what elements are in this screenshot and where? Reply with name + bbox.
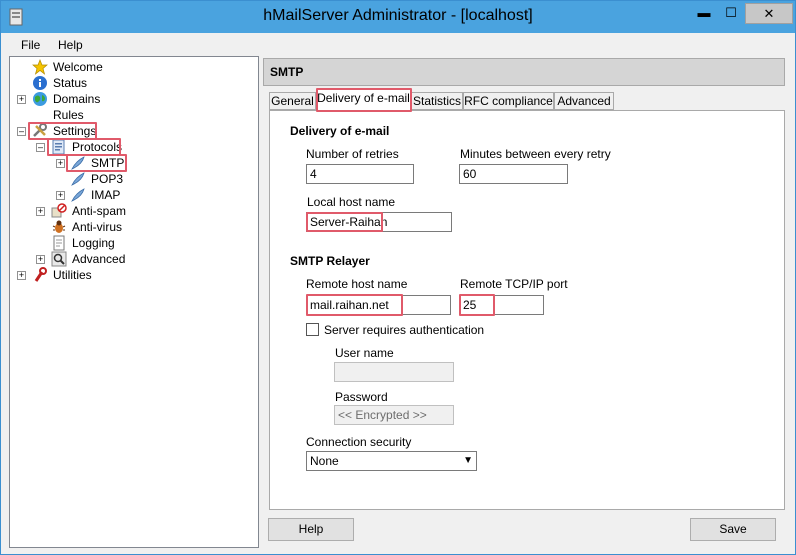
info-icon bbox=[33, 76, 47, 90]
magnifier-icon bbox=[51, 251, 67, 267]
password-input[interactable]: << Encrypted >> bbox=[334, 405, 454, 425]
title-bar[interactable]: hMailServer Administrator - [localhost] … bbox=[1, 1, 795, 33]
feather-icon bbox=[71, 188, 85, 202]
close-button[interactable]: ✕ bbox=[745, 3, 793, 24]
help-button[interactable]: Help bbox=[268, 518, 354, 541]
auth-label: Server requires authentication bbox=[324, 323, 485, 337]
retries-input[interactable]: 4 bbox=[306, 164, 414, 184]
maximize-button[interactable]: ☐ bbox=[718, 3, 744, 24]
panel-title: SMTP bbox=[263, 58, 785, 86]
tree-label-welcome: Welcome bbox=[53, 60, 103, 74]
page-icon bbox=[53, 235, 65, 251]
utilities-expand-toggle[interactable]: + bbox=[17, 271, 26, 280]
retries-label: Number of retries bbox=[306, 147, 399, 161]
tree-label-antivirus: Anti-virus bbox=[72, 220, 123, 234]
port-label: Remote TCP/IP port bbox=[460, 277, 568, 291]
no-entry-icon bbox=[51, 203, 67, 218]
tab-advanced[interactable]: Advanced bbox=[554, 92, 614, 110]
minimize-button[interactable]: ▬ bbox=[691, 3, 717, 24]
security-select-value: None bbox=[310, 454, 339, 468]
relayer-section-title: SMTP Relayer bbox=[290, 254, 370, 268]
remote-host-label: Remote host name bbox=[306, 277, 408, 291]
advanced-expand-toggle[interactable]: + bbox=[36, 255, 45, 264]
minutes-label: Minutes between every retry bbox=[460, 147, 611, 161]
settings-collapse-toggle[interactable]: – bbox=[17, 127, 26, 136]
navigation-tree[interactable]: Welcome Status + Domains Rules – Setting… bbox=[9, 56, 259, 548]
username-input[interactable] bbox=[334, 362, 454, 382]
save-button[interactable]: Save bbox=[690, 518, 776, 541]
delivery-section-title: Delivery of e-mail bbox=[290, 124, 390, 138]
wrench-icon bbox=[34, 267, 47, 282]
tree-label-domains: Domains bbox=[53, 92, 101, 106]
protocols-collapse-toggle[interactable]: – bbox=[36, 143, 45, 152]
highlight-local-host bbox=[306, 212, 383, 232]
tree-label-logging: Logging bbox=[72, 236, 115, 250]
star-icon bbox=[32, 59, 48, 75]
bug-icon bbox=[52, 220, 66, 233]
username-label: User name bbox=[335, 346, 394, 360]
imap-expand-toggle[interactable]: + bbox=[56, 191, 65, 200]
chevron-down-icon: ▼ bbox=[463, 455, 473, 466]
globe-icon bbox=[33, 92, 47, 106]
smtp-expand-toggle[interactable]: + bbox=[56, 159, 65, 168]
tree-label-utilities: Utilities bbox=[53, 268, 92, 282]
highlight-delivery-tab bbox=[316, 88, 412, 112]
auth-checkbox[interactable] bbox=[306, 323, 319, 336]
delivery-tab-page: Delivery of e-mail Number of retries 4 M… bbox=[269, 110, 785, 510]
tree-label-advanced: Advanced bbox=[72, 252, 126, 266]
domains-expand-toggle[interactable]: + bbox=[17, 95, 26, 104]
highlight-smtp bbox=[66, 154, 127, 172]
window-title: hMailServer Administrator - [localhost] bbox=[263, 7, 533, 24]
highlight-remote-host bbox=[306, 294, 403, 316]
tree-label-status: Status bbox=[53, 76, 88, 90]
app-window: hMailServer Administrator - [localhost] … bbox=[0, 0, 796, 555]
tab-statistics[interactable]: Statistics bbox=[411, 92, 463, 110]
feather-icon bbox=[71, 172, 85, 186]
security-select[interactable]: None ▼ bbox=[306, 451, 477, 471]
tab-general[interactable]: General bbox=[269, 92, 316, 110]
menu-bar: File Help bbox=[1, 33, 795, 55]
tree-label-antispam: Anti-spam bbox=[72, 204, 127, 218]
security-label: Connection security bbox=[306, 435, 412, 449]
antispam-expand-toggle[interactable]: + bbox=[36, 207, 45, 216]
menu-help[interactable]: Help bbox=[58, 38, 83, 52]
tree-label-pop3: POP3 bbox=[91, 172, 124, 186]
tree-label-rules: Rules bbox=[53, 108, 84, 122]
menu-file[interactable]: File bbox=[21, 38, 40, 52]
tree-label-imap: IMAP bbox=[91, 188, 121, 202]
tab-rfc-compliance[interactable]: RFC compliance bbox=[463, 92, 554, 110]
minutes-input[interactable]: 60 bbox=[459, 164, 568, 184]
highlight-port bbox=[459, 294, 495, 316]
local-host-label: Local host name bbox=[307, 195, 396, 209]
password-label: Password bbox=[335, 390, 388, 404]
